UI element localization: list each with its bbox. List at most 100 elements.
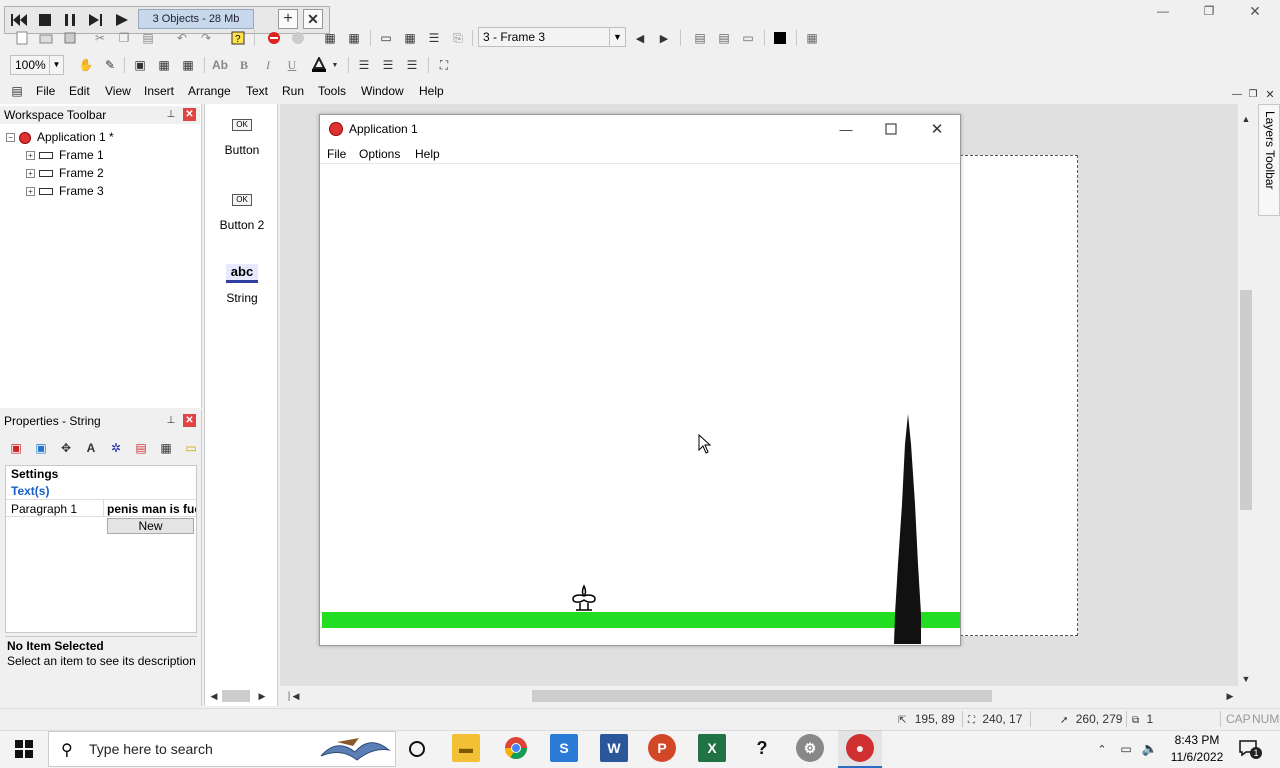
menu-window[interactable]: Window (361, 82, 404, 100)
scroll-up-icon[interactable]: ▲ (1238, 112, 1254, 126)
scroll-right-icon[interactable]: ▶ (256, 688, 268, 704)
menu-insert[interactable]: Insert (144, 82, 174, 100)
align-center-icon[interactable]: ☰ (378, 55, 398, 75)
layers-toolbar-tab[interactable]: Layers Toolbar (1258, 104, 1280, 216)
fill-icon[interactable]: ▦ (178, 55, 198, 75)
expand-icon[interactable]: + (26, 151, 35, 161)
new-file-icon[interactable] (12, 28, 32, 48)
tree-item-frame-3[interactable]: +Frame 2Frame 3 (26, 183, 104, 199)
properties-tab-table-icon[interactable]: ▦ (156, 438, 176, 458)
frame-settings-icon[interactable]: ▦ (802, 28, 822, 48)
mdi-minimize-icon[interactable]: — (1230, 88, 1244, 100)
frame-delete-icon[interactable]: ▭ (738, 28, 758, 48)
network-icon[interactable]: ▭ (1116, 740, 1136, 758)
texts-header[interactable]: Text(s) (11, 484, 49, 498)
minimize-button[interactable]: — (1150, 2, 1176, 20)
menu-help[interactable]: Help (419, 82, 444, 100)
close-icon[interactable]: ✕ (183, 414, 196, 427)
settings-app-icon[interactable]: ⚙ (796, 734, 824, 762)
windows-start-icon[interactable] (14, 739, 34, 759)
properties-tab-general-icon[interactable]: ▣ (6, 438, 26, 458)
paragraph-value[interactable]: penis man is fuc (104, 499, 196, 517)
resize-icon[interactable]: ⛶ (434, 55, 454, 75)
menu-text[interactable]: Text (246, 82, 268, 100)
properties-tab-note-icon[interactable]: ▭ (181, 438, 201, 458)
layout-single-icon[interactable]: ▭ (376, 28, 396, 48)
tree-item-frame-2[interactable]: + Frame 2 (26, 165, 104, 181)
file-explorer-icon[interactable]: ▬ (452, 734, 480, 762)
frame-select[interactable]: 3 - Frame 3 ▼ (478, 27, 626, 47)
grid-view-icon[interactable]: ▦ (320, 28, 340, 48)
font-style-icon[interactable]: Ab (210, 55, 230, 75)
italic-button[interactable]: I (258, 55, 278, 75)
properties-tab-size-icon[interactable]: ✥ (56, 438, 76, 458)
player-sprite[interactable] (570, 584, 598, 612)
properties-tab-font-icon[interactable]: A (81, 438, 101, 458)
scroll-right-icon[interactable]: ▶ (1222, 688, 1238, 704)
vertical-scrollbar-thumb[interactable] (1240, 290, 1252, 510)
app-maximize-button[interactable] (879, 119, 903, 139)
object-button[interactable]: OK Button (206, 116, 278, 157)
bold-button[interactable]: B (234, 55, 254, 75)
black-square-icon[interactable] (770, 28, 790, 48)
text-color-icon[interactable] (308, 55, 330, 75)
table-view-icon[interactable]: ▦ (344, 28, 364, 48)
frame-add-icon[interactable]: ▤ (690, 28, 710, 48)
pen-icon[interactable]: ✎ (100, 55, 120, 75)
chevron-down-icon[interactable]: ▼ (330, 55, 340, 75)
mdi-close-icon[interactable]: ✕ (1263, 88, 1277, 101)
new-paragraph-button[interactable]: New (107, 518, 194, 534)
menu-run[interactable]: Run (282, 82, 304, 100)
object-string[interactable]: abc String (206, 264, 278, 305)
scroll-down-icon[interactable]: ▼ (1238, 672, 1254, 686)
pin-icon[interactable]: ⊥ (164, 107, 178, 121)
next-frame-icon[interactable]: ▶ (654, 28, 674, 48)
properties-tab-display-icon[interactable]: ▣ (31, 438, 51, 458)
scroll-left-icon[interactable]: ◀ (288, 688, 304, 704)
visual-studio-icon[interactable]: S (550, 734, 578, 762)
close-icon[interactable]: ✕ (183, 108, 196, 121)
taskbar-search-box[interactable]: ⚲ Type here to search (48, 731, 396, 767)
expand-icon[interactable]: + (26, 169, 35, 179)
forward-circle-icon[interactable] (288, 28, 308, 48)
help-app-icon[interactable]: ? (748, 734, 776, 762)
app-menu-file[interactable]: File (327, 147, 346, 161)
volume-icon[interactable]: 🔈 (1140, 740, 1160, 758)
image-icon[interactable]: ▣ (130, 55, 150, 75)
copy-icon[interactable]: ❐ (114, 28, 134, 48)
help-icon[interactable]: ? (228, 28, 248, 48)
horizontal-scrollbar-thumb[interactable] (532, 690, 992, 702)
app-menu-help[interactable]: Help (415, 147, 440, 161)
zoom-select[interactable]: 100% ▼ (10, 55, 64, 75)
clock-date[interactable]: 11/6/2022 (1166, 750, 1228, 764)
border-icon[interactable]: ▦ (154, 55, 174, 75)
undo-icon[interactable]: ↶ (172, 28, 192, 48)
stop-record-icon[interactable] (264, 28, 284, 48)
tree-item-application[interactable]: − Application 1 * (6, 129, 114, 145)
app-menu-options[interactable]: Options (359, 147, 400, 161)
hand-icon[interactable]: ✋ (76, 55, 96, 75)
excel-icon[interactable]: X (698, 734, 726, 762)
save-icon[interactable] (60, 28, 80, 48)
open-icon[interactable] (36, 28, 56, 48)
menu-file[interactable]: File (36, 82, 55, 100)
properties-tab-doc-icon[interactable]: ▤ (131, 438, 151, 458)
mdi-restore-icon[interactable]: ❐ (1246, 88, 1260, 100)
close-button[interactable]: ✕ (1242, 2, 1268, 20)
menu-tools[interactable]: Tools (318, 82, 346, 100)
clock-time[interactable]: 8:43 PM (1172, 733, 1222, 747)
frame-tool-icon[interactable]: ⎘ (448, 28, 468, 48)
layout-list-icon[interactable]: ☰ (424, 28, 444, 48)
collapse-icon[interactable]: − (6, 133, 15, 143)
tree-item-frame-1[interactable]: + Frame 1 (26, 147, 104, 163)
object-button-2[interactable]: OK Button 2 (206, 191, 278, 232)
menu-view[interactable]: View (105, 82, 131, 100)
expand-icon[interactable]: + (26, 187, 35, 197)
notification-icon[interactable]: 1 (1238, 739, 1262, 759)
underline-button[interactable]: U (282, 55, 302, 75)
word-icon[interactable]: W (600, 734, 628, 762)
layout-grid-icon[interactable]: ▦ (400, 28, 420, 48)
pin-icon[interactable]: ⊥ (164, 413, 178, 427)
app-minimize-button[interactable]: — (834, 119, 858, 139)
menu-edit[interactable]: Edit (69, 82, 90, 100)
